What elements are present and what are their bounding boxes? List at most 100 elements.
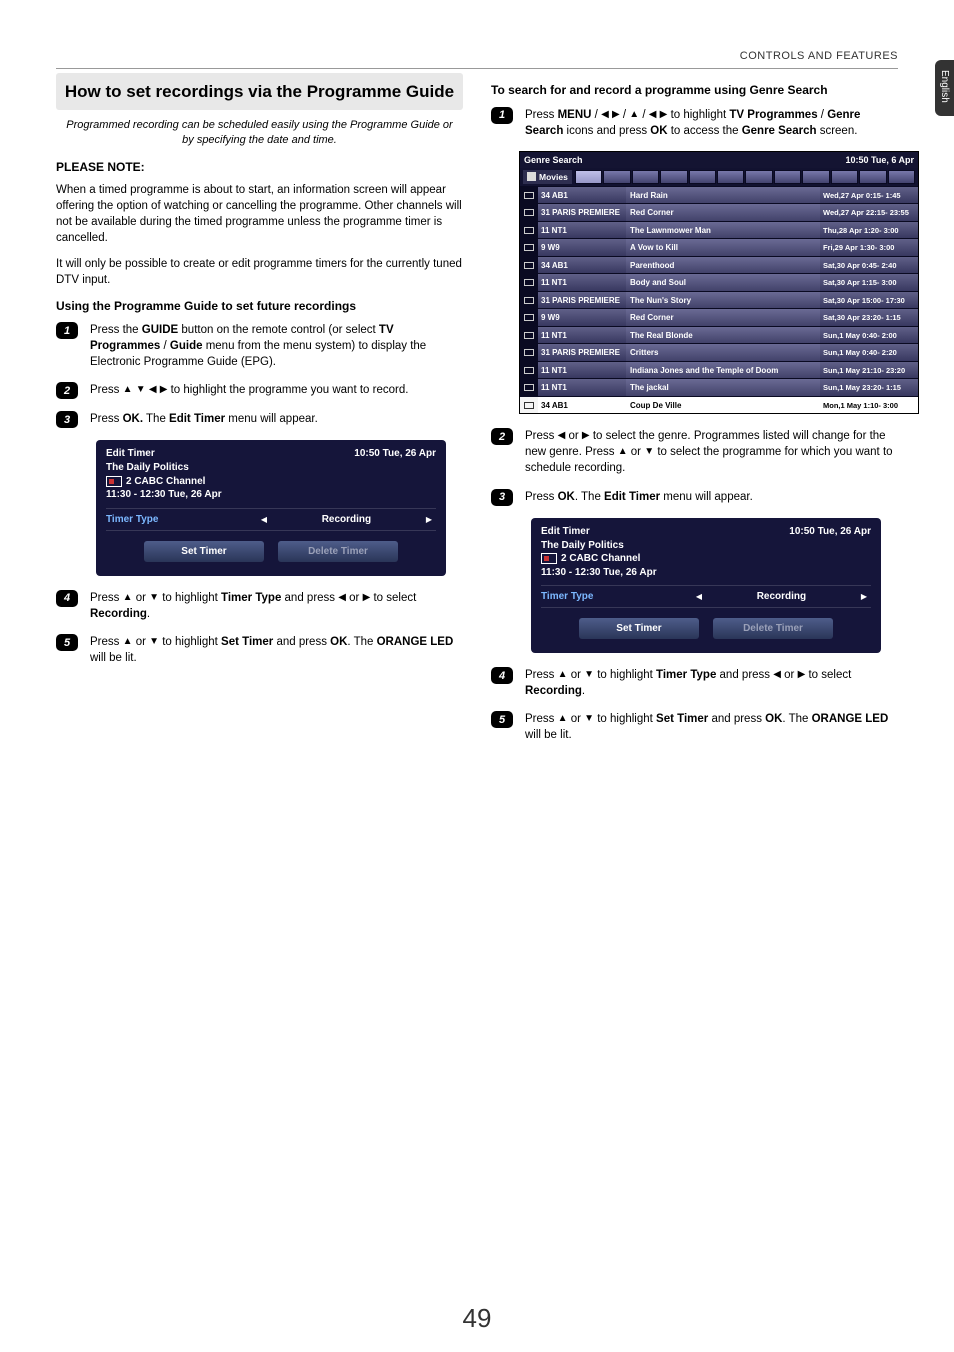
genre-row[interactable]: 11 NT1Indiana Jones and the Temple of Do… bbox=[520, 361, 918, 379]
genre-row[interactable]: 34 AB1ParenthoodSat,30 Apr 0:45- 2:40 bbox=[520, 256, 918, 274]
genre-search-panel: Genre Search 10:50 Tue, 6 Apr Movies 34 … bbox=[519, 151, 919, 415]
set-timer-button[interactable]: Set Timer bbox=[579, 618, 699, 639]
timer-type-label: Timer Type bbox=[541, 586, 692, 607]
step-badge: 1 bbox=[56, 322, 78, 339]
channel-name: 2 CABC Channel bbox=[126, 475, 205, 489]
genre-row[interactable]: 31 PARIS PREMIEREThe Nun's StorySat,30 A… bbox=[520, 291, 918, 309]
panel-datetime: 10:50 Tue, 26 Apr bbox=[789, 526, 871, 537]
channel-icon bbox=[541, 553, 557, 564]
up-icon: ▲ bbox=[558, 714, 568, 724]
timer-type-value: Recording bbox=[271, 509, 422, 530]
right-arrow-icon[interactable]: ▶ bbox=[857, 592, 871, 601]
tv-icon bbox=[520, 187, 538, 204]
title-cell: Red Corner bbox=[626, 309, 820, 326]
genre-row[interactable]: 31 PARIS PREMIERECrittersSun,1 May 0:40-… bbox=[520, 343, 918, 361]
genre-tiles[interactable] bbox=[575, 170, 915, 184]
tv-icon bbox=[520, 257, 538, 274]
channel-cell: 9 W9 bbox=[538, 309, 626, 326]
time-cell: Sun,1 May 0:40- 2:20 bbox=[820, 344, 918, 361]
genre-row[interactable]: 11 NT1The jackalSun,1 May 23:20- 1:15 bbox=[520, 378, 918, 396]
right-column: To search for and record a programme usi… bbox=[491, 73, 898, 755]
timer-type-label: Timer Type bbox=[106, 509, 257, 530]
channel-cell: 34 AB1 bbox=[538, 397, 626, 414]
edit-timer-panel: Edit Timer 10:50 Tue, 26 Apr The Daily P… bbox=[96, 440, 446, 576]
left-icon: ◀ bbox=[649, 110, 657, 120]
step-badge: 4 bbox=[491, 667, 513, 684]
genre-row[interactable]: 11 NT1The Lawnmower ManThu,28 Apr 1:20- … bbox=[520, 221, 918, 239]
time-cell: Sat,30 Apr 1:15- 3:00 bbox=[820, 274, 918, 291]
up-icon: ▲ bbox=[123, 637, 133, 647]
step-2: 2 Press ▲ ▼ ◀ ▶ to highlight the program… bbox=[56, 382, 463, 399]
channel-cell: 31 PARIS PREMIERE bbox=[538, 204, 626, 221]
header-rule bbox=[56, 68, 898, 69]
edit-timer-panel: Edit Timer 10:50 Tue, 26 Apr The Daily P… bbox=[531, 518, 881, 654]
please-note: PLEASE NOTE: bbox=[56, 160, 463, 174]
right-arrow-icon[interactable]: ▶ bbox=[422, 515, 436, 524]
down-icon: ▼ bbox=[136, 385, 146, 395]
step-text: Press MENU / ◀ ▶ / ▲ / ◀ ▶ to highlight … bbox=[525, 107, 898, 139]
left-icon: ◀ bbox=[773, 670, 781, 680]
step-badge: 4 bbox=[56, 590, 78, 607]
step-badge: 1 bbox=[491, 107, 513, 124]
set-timer-button[interactable]: Set Timer bbox=[144, 541, 264, 562]
title-cell: Body and Soul bbox=[626, 274, 820, 291]
time-slot: 11:30 - 12:30 Tue, 26 Apr bbox=[541, 566, 871, 580]
genre-row[interactable]: 34 AB1Coup De VilleMon,1 May 1:10- 3:00 bbox=[520, 396, 918, 414]
title-cell: Coup De Ville bbox=[626, 397, 820, 414]
channel-icon bbox=[106, 476, 122, 487]
left-column: How to set recordings via the Programme … bbox=[56, 73, 463, 755]
genre-row[interactable]: 34 AB1Hard RainWed,27 Apr 0:15- 1:45 bbox=[520, 186, 918, 204]
tv-icon bbox=[520, 292, 538, 309]
step-text: Press OK. The Edit Timer menu will appea… bbox=[90, 411, 463, 427]
genre-category[interactable]: Movies bbox=[523, 170, 572, 184]
tv-icon bbox=[520, 379, 538, 396]
channel-name: 2 CABC Channel bbox=[561, 552, 640, 566]
language-tab: English bbox=[935, 60, 954, 116]
page-number: 49 bbox=[0, 1303, 954, 1334]
delete-timer-button[interactable]: Delete Timer bbox=[713, 618, 833, 639]
channel-cell: 11 NT1 bbox=[538, 222, 626, 239]
tv-icon bbox=[520, 239, 538, 256]
left-icon: ◀ bbox=[149, 385, 157, 395]
step-text: Press ▲ ▼ ◀ ▶ to highlight the programme… bbox=[90, 382, 463, 398]
channel-cell: 9 W9 bbox=[538, 239, 626, 256]
delete-timer-button[interactable]: Delete Timer bbox=[278, 541, 398, 562]
title-cell: The Lawnmower Man bbox=[626, 222, 820, 239]
channel-cell: 11 NT1 bbox=[538, 327, 626, 344]
tv-icon bbox=[520, 309, 538, 326]
channel-cell: 11 NT1 bbox=[538, 362, 626, 379]
genre-row[interactable]: 11 NT1Body and SoulSat,30 Apr 1:15- 3:00 bbox=[520, 273, 918, 291]
genre-row[interactable]: 9 W9A Vow to KillFri,29 Apr 1:30- 3:00 bbox=[520, 238, 918, 256]
step-4: 4 Press ▲ or ▼ to highlight Timer Type a… bbox=[491, 667, 898, 699]
genre-row[interactable]: 9 W9Red CornerSat,30 Apr 23:20- 1:15 bbox=[520, 308, 918, 326]
time-cell: Mon,1 May 1:10- 3:00 bbox=[820, 397, 918, 414]
intro-text: Programmed recording can be scheduled ea… bbox=[56, 118, 463, 148]
step-text: Press the GUIDE button on the remote con… bbox=[90, 322, 463, 370]
genre-row[interactable]: 31 PARIS PREMIERERed CornerWed,27 Apr 22… bbox=[520, 203, 918, 221]
title-cell: A Vow to Kill bbox=[626, 239, 820, 256]
left-arrow-icon[interactable]: ◀ bbox=[692, 592, 706, 601]
tv-icon bbox=[520, 344, 538, 361]
title-cell: Indiana Jones and the Temple of Doom bbox=[626, 362, 820, 379]
up-icon: ▲ bbox=[123, 593, 133, 603]
step-badge: 2 bbox=[491, 428, 513, 445]
tv-icon bbox=[520, 274, 538, 291]
genre-row[interactable]: 11 NT1The Real BlondeSun,1 May 0:40- 2:0… bbox=[520, 326, 918, 344]
down-icon: ▼ bbox=[584, 670, 594, 680]
title-cell: Critters bbox=[626, 344, 820, 361]
down-icon: ▼ bbox=[149, 593, 159, 603]
down-icon: ▼ bbox=[584, 714, 594, 724]
right-icon: ▶ bbox=[582, 431, 590, 441]
left-icon: ◀ bbox=[601, 110, 609, 120]
right-icon: ▶ bbox=[612, 110, 620, 120]
time-slot: 11:30 - 12:30 Tue, 26 Apr bbox=[106, 488, 436, 502]
time-cell: Wed,27 Apr 22:15- 23:55 bbox=[820, 204, 918, 221]
channel-cell: 31 PARIS PREMIERE bbox=[538, 292, 626, 309]
step-text: Press ▲ or ▼ to highlight Set Timer and … bbox=[525, 711, 898, 743]
up-icon: ▲ bbox=[558, 670, 568, 680]
left-arrow-icon[interactable]: ◀ bbox=[257, 515, 271, 524]
step-5: 5 Press ▲ or ▼ to highlight Set Timer an… bbox=[56, 634, 463, 666]
step-text: Press ▲ or ▼ to highlight Timer Type and… bbox=[90, 590, 463, 622]
time-cell: Sun,1 May 21:10- 23:20 bbox=[820, 362, 918, 379]
step-3: 3 Press OK. The Edit Timer menu will app… bbox=[56, 411, 463, 428]
